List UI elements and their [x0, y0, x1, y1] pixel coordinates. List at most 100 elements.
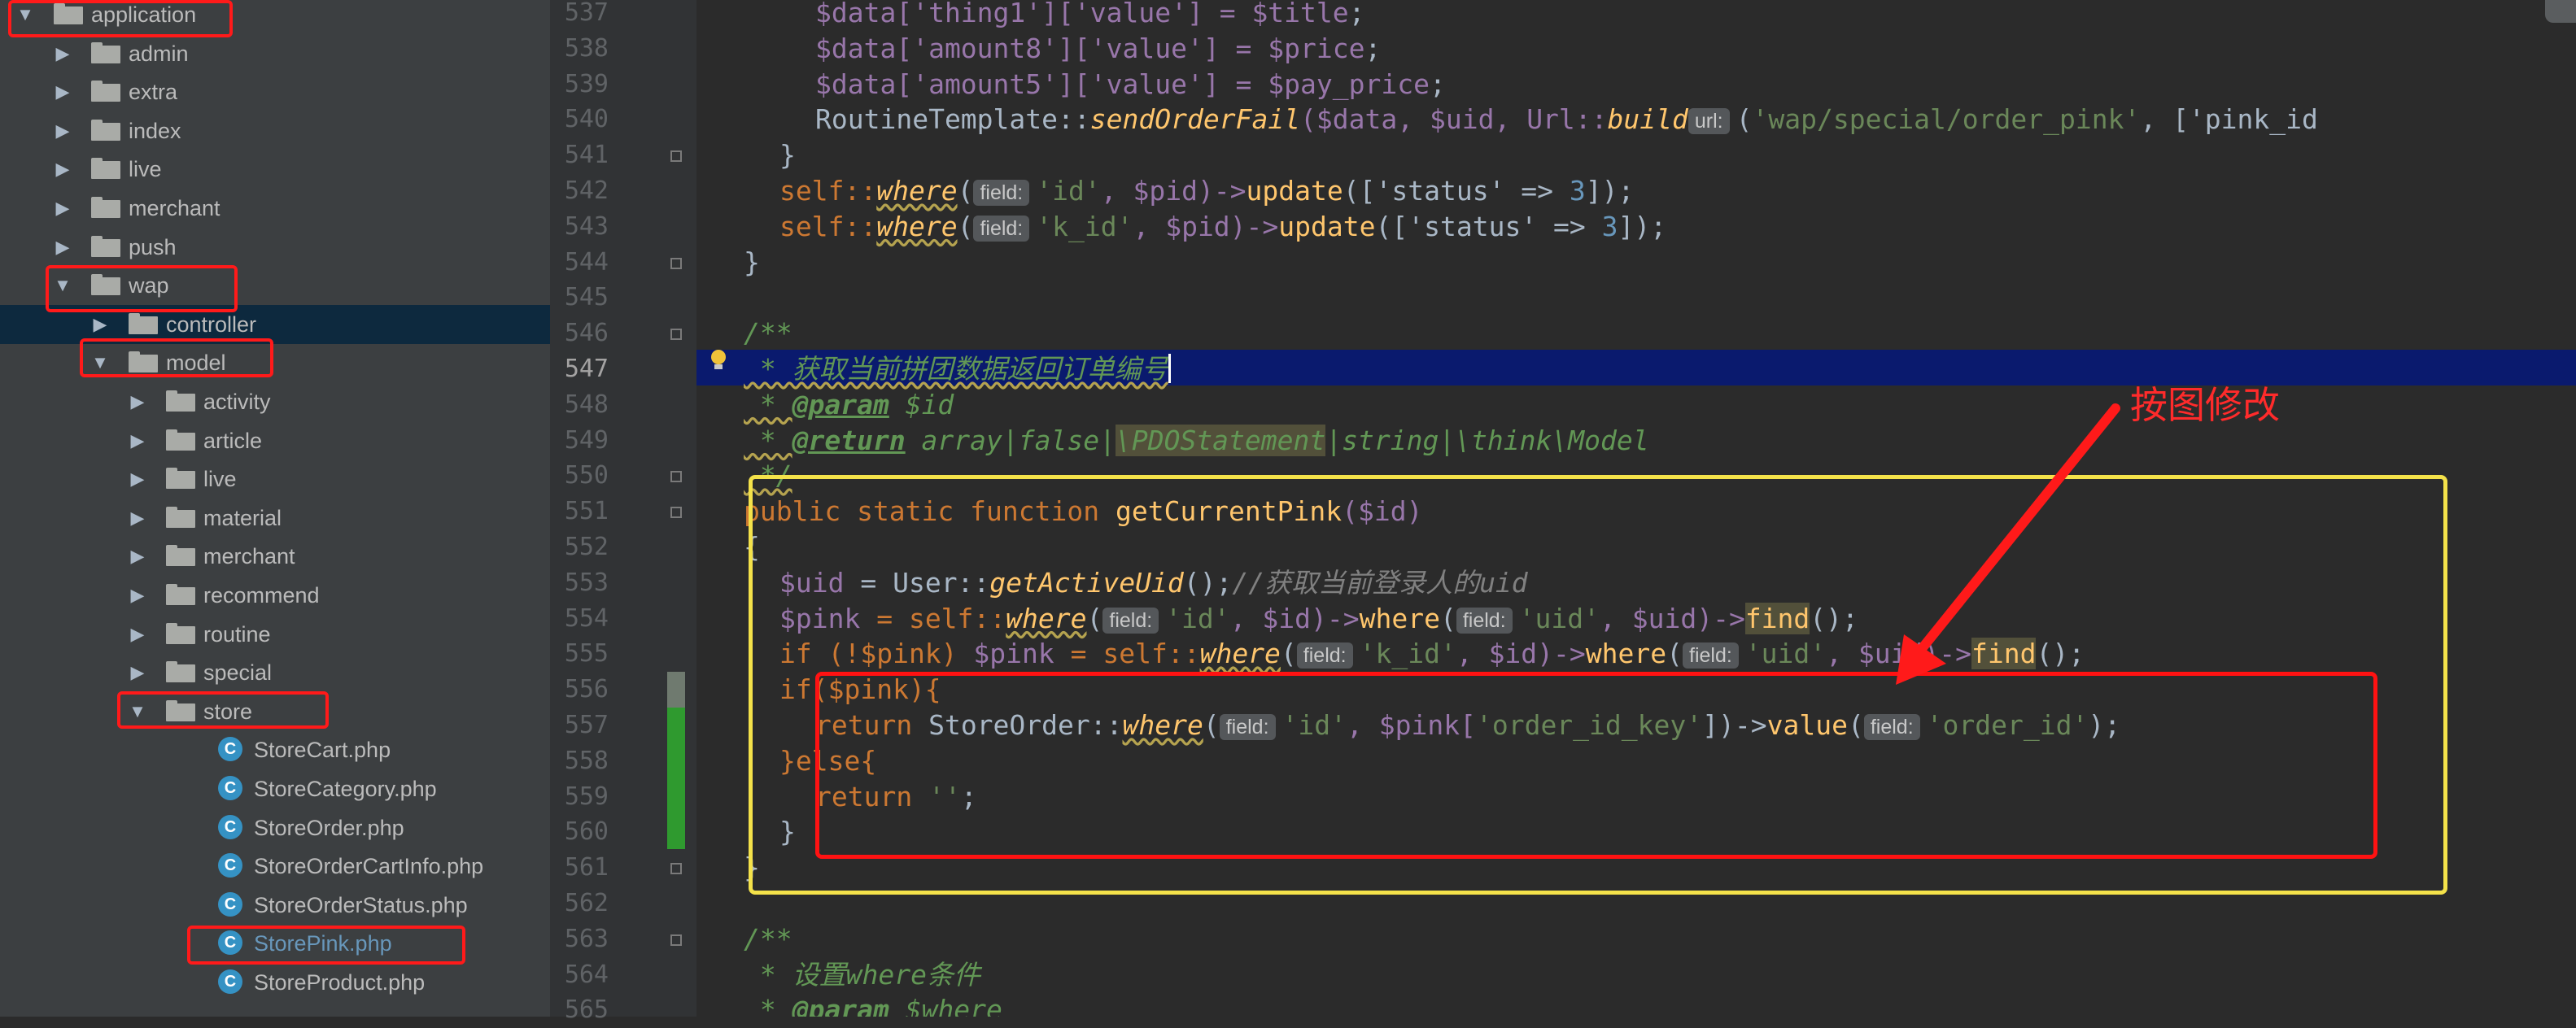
- line-number[interactable]: 563: [550, 921, 609, 957]
- collapse-arrow-icon[interactable]: ▶: [129, 661, 146, 684]
- line-number[interactable]: 557: [550, 708, 609, 743]
- collapse-arrow-icon[interactable]: ▶: [54, 197, 72, 220]
- tree-item-push[interactable]: ▶ push: [0, 228, 550, 267]
- code-line-542[interactable]: self::where(field:'id', $pid)->update(['…: [779, 173, 1634, 209]
- line-number[interactable]: 556: [550, 672, 609, 708]
- annotation-label: 按图修改: [2130, 383, 2280, 427]
- code-token: }: [744, 246, 760, 278]
- line-number[interactable]: 545: [550, 280, 609, 316]
- collapse-arrow-icon[interactable]: ▶: [54, 120, 72, 142]
- collapse-arrow-icon[interactable]: ▶: [54, 81, 72, 103]
- folder-icon: [166, 545, 195, 567]
- tree-item-index[interactable]: ▶ index: [0, 111, 550, 150]
- line-number[interactable]: 538: [550, 31, 609, 67]
- line-number[interactable]: 562: [550, 886, 609, 921]
- collapse-arrow-icon[interactable]: ▶: [129, 623, 146, 646]
- code-line-541[interactable]: }: [779, 137, 796, 173]
- tree-item-live[interactable]: ▶ live: [0, 460, 550, 499]
- line-number[interactable]: 549: [550, 423, 609, 459]
- fold-marker-icon[interactable]: [670, 507, 682, 519]
- line-number[interactable]: 539: [550, 67, 609, 102]
- line-number[interactable]: 554: [550, 601, 609, 637]
- code-line-538[interactable]: $data['amount8']['value'] = $price;: [815, 31, 1381, 67]
- code-line-537[interactable]: $data['thing1']['value'] = $title;: [815, 0, 1365, 31]
- line-number[interactable]: 550: [550, 458, 609, 494]
- tree-item-recommend[interactable]: ▶ recommend: [0, 576, 550, 615]
- code-token: 'id': [1036, 175, 1101, 207]
- vcs-change-marker[interactable]: [667, 708, 685, 743]
- line-number[interactable]: 561: [550, 850, 609, 886]
- fold-marker-icon[interactable]: [670, 150, 682, 163]
- tree-item-extra[interactable]: ▶ extra: [0, 72, 550, 111]
- line-number[interactable]: 541: [550, 137, 609, 173]
- line-number[interactable]: 547: [550, 351, 609, 387]
- tree-item-admin[interactable]: ▶ admin: [0, 34, 550, 73]
- code-line-547[interactable]: * 获取当前拼团数据返回订单编号: [744, 351, 1171, 387]
- line-number[interactable]: 558: [550, 743, 609, 779]
- tree-item-routine[interactable]: ▶ routine: [0, 615, 550, 654]
- collapse-arrow-icon[interactable]: ▶: [129, 545, 146, 568]
- collapse-arrow-icon[interactable]: ▶: [54, 236, 72, 259]
- collapse-arrow-icon[interactable]: ▶: [54, 42, 72, 65]
- line-number[interactable]: 560: [550, 814, 609, 850]
- code-token: (: [1736, 103, 1753, 136]
- code-line-546[interactable]: /**: [744, 316, 792, 351]
- tree-item-storeorder-php[interactable]: C StoreOrder.php: [0, 808, 550, 847]
- line-number[interactable]: 551: [550, 494, 609, 529]
- code-line-565[interactable]: * @param $where: [744, 992, 1002, 1017]
- vcs-change-marker[interactable]: [667, 672, 685, 708]
- fold-marker-icon[interactable]: [670, 257, 682, 269]
- fold-marker-icon[interactable]: [670, 329, 682, 341]
- collapse-arrow-icon[interactable]: ▶: [129, 584, 146, 607]
- tree-item-article[interactable]: ▶ article: [0, 421, 550, 460]
- tree-item-merchant[interactable]: ▶ merchant: [0, 537, 550, 576]
- line-number[interactable]: 548: [550, 387, 609, 423]
- line-number[interactable]: 552: [550, 529, 609, 565]
- tree-item-special[interactable]: ▶ special: [0, 653, 550, 692]
- line-number[interactable]: 555: [550, 636, 609, 672]
- code-line-549[interactable]: * @return array|false|\PDOStatement|stri…: [744, 423, 1649, 459]
- line-number[interactable]: 537: [550, 0, 609, 31]
- tree-item-merchant[interactable]: ▶ merchant: [0, 189, 550, 228]
- collapse-arrow-icon[interactable]: ▶: [129, 507, 146, 529]
- annotation-red-box: [117, 691, 329, 729]
- tree-item-storeproduct-php[interactable]: C StoreProduct.php: [0, 963, 550, 1002]
- line-number[interactable]: 540: [550, 102, 609, 137]
- collapse-arrow-icon[interactable]: ▶: [129, 429, 146, 452]
- folder-icon: [166, 429, 195, 451]
- code-line-539[interactable]: $data['amount5']['value'] = $pay_price;: [815, 67, 1446, 102]
- code-line-548[interactable]: * @param $id: [744, 387, 954, 423]
- fold-marker-icon[interactable]: [670, 863, 682, 875]
- tree-item-activity[interactable]: ▶ activity: [0, 382, 550, 421]
- code-token: $where: [889, 994, 1002, 1017]
- line-number[interactable]: 553: [550, 565, 609, 601]
- lightbulb-icon[interactable]: [709, 350, 727, 371]
- tree-item-storecategory-php[interactable]: C StoreCategory.php: [0, 769, 550, 808]
- code-line-540[interactable]: RoutineTemplate::sendOrderFail($data, $u…: [815, 102, 2318, 137]
- fold-marker-icon[interactable]: [670, 471, 682, 483]
- code-line-544[interactable]: }: [744, 245, 760, 281]
- line-number[interactable]: 565: [550, 992, 609, 1028]
- line-number[interactable]: 546: [550, 316, 609, 351]
- fold-marker-icon[interactable]: [670, 934, 682, 946]
- vcs-change-marker[interactable]: [667, 743, 685, 849]
- line-number[interactable]: 543: [550, 209, 609, 245]
- collapse-arrow-icon[interactable]: ▶: [54, 158, 72, 181]
- tree-item-material[interactable]: ▶ material: [0, 499, 550, 538]
- collapse-arrow-icon[interactable]: ▶: [91, 313, 109, 336]
- tree-item-label: controller: [166, 311, 257, 337]
- tree-item-storeorderstatus-php[interactable]: C StoreOrderStatus.php: [0, 886, 550, 925]
- tree-item-live[interactable]: ▶ live: [0, 150, 550, 189]
- collapse-arrow-icon[interactable]: ▶: [129, 390, 146, 413]
- tree-item-storeordercartinfo-php[interactable]: C StoreOrderCartInfo.php: [0, 847, 550, 886]
- line-number[interactable]: 544: [550, 245, 609, 281]
- code-token: $id: [889, 388, 954, 420]
- collapse-arrow-icon[interactable]: ▶: [129, 468, 146, 490]
- line-number[interactable]: 559: [550, 779, 609, 815]
- line-number[interactable]: 542: [550, 173, 609, 209]
- code-line-564[interactable]: * 设置where条件: [744, 957, 980, 993]
- tree-item-storecart-php[interactable]: C StoreCart.php: [0, 730, 550, 769]
- code-line-563[interactable]: /**: [744, 921, 792, 957]
- code-line-543[interactable]: self::where(field:'k_id', $pid)->update(…: [779, 209, 1666, 245]
- line-number[interactable]: 564: [550, 957, 609, 993]
